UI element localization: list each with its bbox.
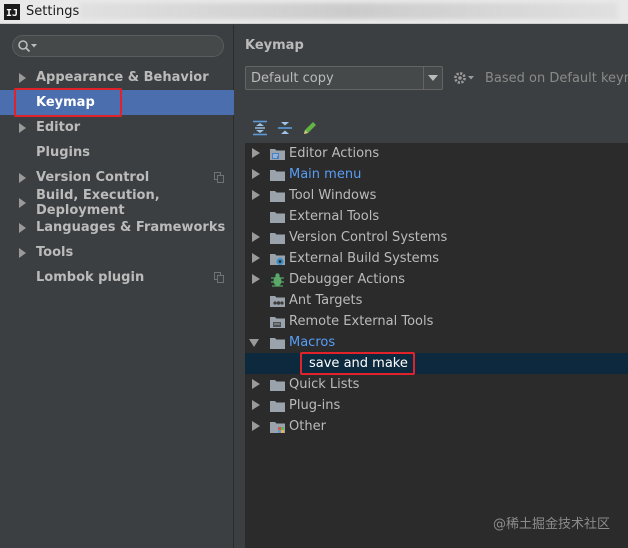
folder-icon <box>270 170 285 181</box>
tree-row-save-and-make[interactable]: save and make <box>245 352 628 375</box>
folder-icon <box>270 212 285 223</box>
tree-row-ant-targets[interactable]: Ant Targets <box>245 290 628 311</box>
gear-icon[interactable] <box>453 70 475 86</box>
sidebar-item-label: Version Control <box>36 170 150 185</box>
search-icon <box>18 40 37 53</box>
keymap-actions-tree: Editor Actions Main menu Tool Windows Ex… <box>245 143 628 548</box>
expand-arrow-icon[interactable] <box>252 400 260 410</box>
tree-row-label: External Build Systems <box>289 251 440 266</box>
tree-row-label: Other <box>289 419 326 434</box>
settings-sidebar: Appearance & Behavior Keymap Editor Plug… <box>0 25 234 548</box>
chevron-down-icon[interactable] <box>423 67 442 89</box>
collapse-all-icon[interactable] <box>276 120 294 136</box>
edit-pencil-icon[interactable] <box>301 120 319 136</box>
sidebar-item-label: Build, Execution, Deployment <box>36 187 160 218</box>
tree-row-label: External Tools <box>289 209 380 224</box>
tree-row-label: Plug-ins <box>289 398 341 413</box>
tree-row-label: Version Control Systems <box>289 230 448 245</box>
expand-arrow-icon[interactable] <box>252 274 260 284</box>
tree-row-external-tools[interactable]: External Tools <box>245 206 628 227</box>
tree-row-external-build-systems[interactable]: External Build Systems <box>245 248 628 269</box>
settings-nav-list: Appearance & Behavior Keymap Editor Plug… <box>0 65 234 290</box>
expand-arrow-icon[interactable] <box>19 73 26 83</box>
tree-row-label: Remote External Tools <box>289 314 434 329</box>
expand-arrow-icon[interactable] <box>252 253 260 263</box>
sidebar-item-label: Editor <box>36 120 81 135</box>
sidebar-item-keymap[interactable]: Keymap <box>0 90 234 115</box>
expand-arrow-icon[interactable] <box>252 169 260 179</box>
ant-targets-folder-icon <box>270 296 285 307</box>
window-title: Settings <box>26 4 80 19</box>
sidebar-item-label: Keymap <box>36 95 95 110</box>
sidebar-item-label: Languages & Frameworks <box>36 220 226 235</box>
tree-row-editor-actions[interactable]: Editor Actions <box>245 143 628 164</box>
folder-icon <box>270 191 285 202</box>
external-build-folder-icon <box>270 254 285 266</box>
tree-row-macros[interactable]: Macros <box>245 332 628 353</box>
expand-all-icon[interactable] <box>251 120 269 136</box>
sidebar-item-plugins[interactable]: Plugins <box>0 140 234 165</box>
tree-row-label: Editor Actions <box>289 146 380 161</box>
sidebar-item-label: Lombok plugin <box>36 270 145 285</box>
tree-row-label: Debugger Actions <box>289 272 405 287</box>
sidebar-item-tools[interactable]: Tools <box>0 240 234 265</box>
sidebar-item-build-execution-deployment[interactable]: Build, Execution, Deployment <box>0 187 234 218</box>
other-folder-icon <box>270 422 285 433</box>
tree-row-label: Quick Lists <box>289 377 360 392</box>
sidebar-item-lombok-plugin[interactable]: Lombok plugin <box>0 265 234 290</box>
folder-icon <box>270 380 285 391</box>
blurred-background-area <box>80 3 618 19</box>
folder-icon <box>270 233 285 244</box>
sidebar-item-label: Plugins <box>36 145 90 160</box>
folder-icon <box>270 401 285 412</box>
sidebar-item-label: Tools <box>36 245 74 260</box>
sidebar-item-languages-frameworks[interactable]: Languages & Frameworks <box>0 215 234 240</box>
collapse-arrow-icon[interactable] <box>249 339 259 347</box>
page-title: Keymap <box>245 38 304 53</box>
project-settings-copy-icon <box>214 172 224 183</box>
tree-row-version-control-systems[interactable]: Version Control Systems <box>245 227 628 248</box>
tree-row-plug-ins[interactable]: Plug-ins <box>245 395 628 416</box>
expand-arrow-icon[interactable] <box>19 173 26 183</box>
expand-arrow-icon[interactable] <box>252 232 260 242</box>
keymap-panel: Keymap Default copy Based on Default key… <box>235 25 628 548</box>
expand-arrow-icon[interactable] <box>252 190 260 200</box>
sidebar-item-appearance-behavior[interactable]: Appearance & Behavior <box>0 65 234 90</box>
search-input[interactable] <box>12 35 224 57</box>
expand-arrow-icon[interactable] <box>252 148 260 158</box>
tree-row-debugger-actions[interactable]: Debugger Actions <box>245 269 628 290</box>
expand-arrow-icon[interactable] <box>19 198 26 208</box>
sidebar-item-label: Appearance & Behavior <box>36 70 209 85</box>
tree-row-label: Tool Windows <box>289 188 377 203</box>
tree-row-label: Macros <box>289 335 336 350</box>
folder-icon <box>270 338 285 349</box>
tree-row-tool-windows[interactable]: Tool Windows <box>245 185 628 206</box>
tree-row-label: Main menu <box>289 167 362 182</box>
watermark-text: @稀土掘金技术社区 <box>492 517 610 532</box>
tree-row-quick-lists[interactable]: Quick Lists <box>245 374 628 395</box>
tree-row-other[interactable]: Other <box>245 416 628 437</box>
expand-arrow-icon[interactable] <box>19 123 26 133</box>
tree-row-label: Ant Targets <box>289 293 363 308</box>
debugger-bug-icon <box>271 273 284 287</box>
expand-arrow-icon[interactable] <box>19 248 26 258</box>
project-settings-copy-icon <box>214 272 224 283</box>
editor-actions-folder-icon <box>270 149 285 160</box>
window-title-bar: IJ Settings <box>0 0 628 24</box>
keymap-select-value: Default copy <box>251 70 334 86</box>
keymap-toolbar <box>251 120 319 136</box>
tree-row-main-menu[interactable]: Main menu <box>245 164 628 185</box>
expand-arrow-icon[interactable] <box>19 223 26 233</box>
keymap-select[interactable]: Default copy <box>245 66 443 90</box>
sidebar-item-version-control[interactable]: Version Control <box>0 165 234 190</box>
remote-tools-folder-icon <box>270 317 285 328</box>
expand-arrow-icon[interactable] <box>252 421 260 431</box>
based-on-label: Based on Default keyma <box>485 71 628 86</box>
expand-arrow-icon[interactable] <box>252 379 260 389</box>
intellij-app-icon: IJ <box>4 3 20 20</box>
sidebar-item-editor[interactable]: Editor <box>0 115 234 140</box>
tree-row-label: save and make <box>309 356 408 371</box>
tree-row-remote-external-tools[interactable]: Remote External Tools <box>245 311 628 332</box>
